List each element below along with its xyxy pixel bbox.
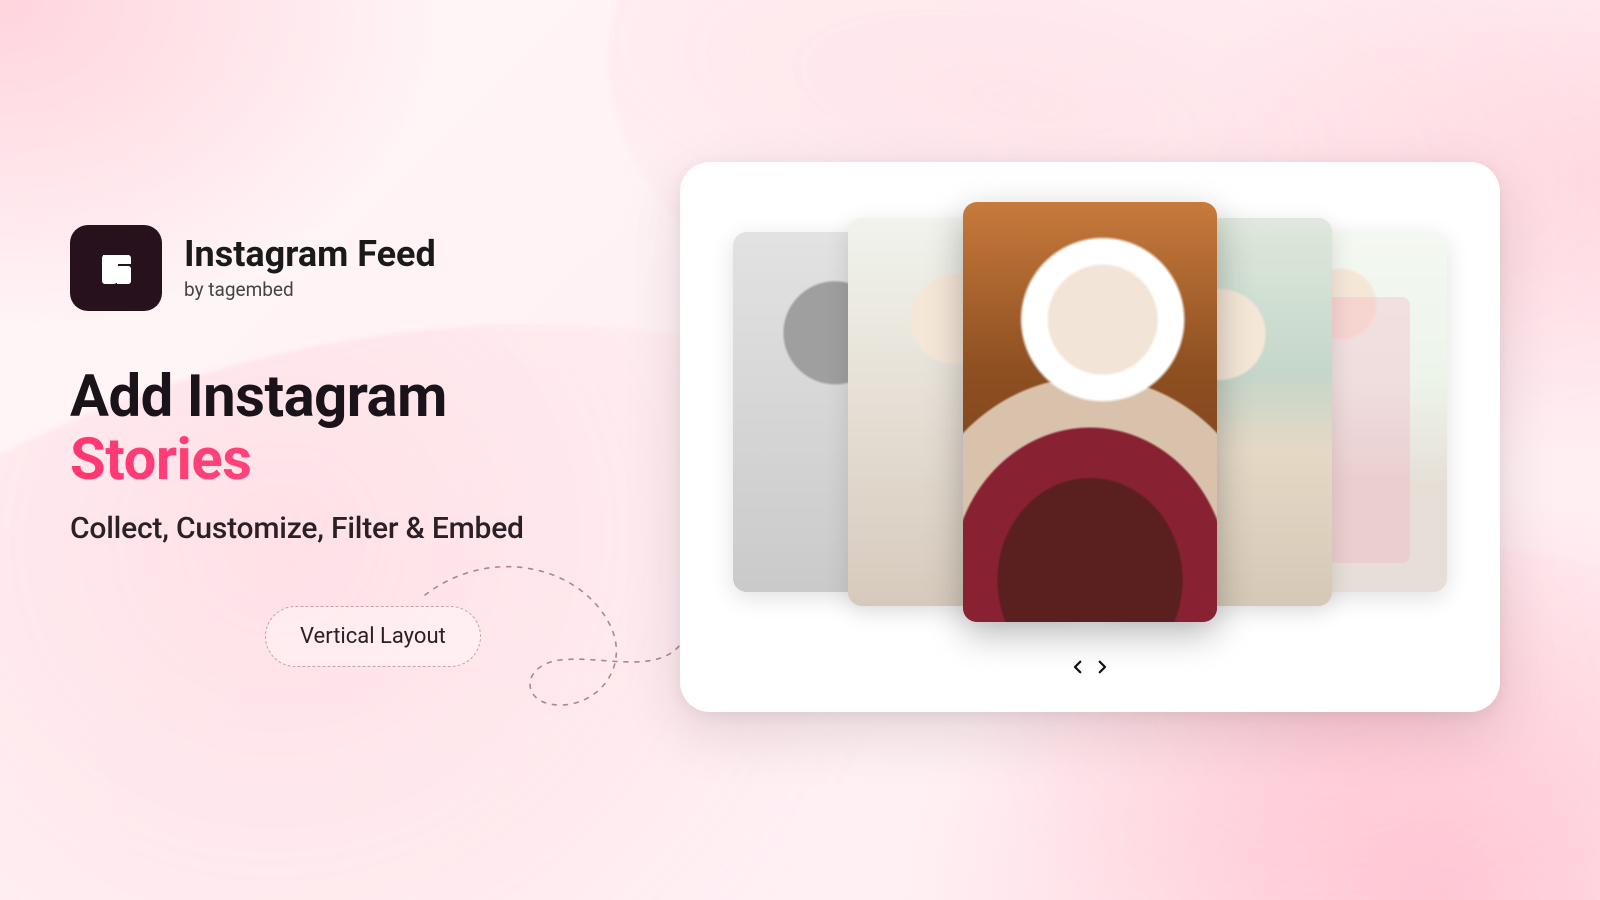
- brand-row: Instagram Feed by tagembed: [70, 225, 630, 311]
- headline-accent: Stories: [70, 429, 630, 492]
- tagembed-logo-icon: [70, 225, 162, 311]
- brand-text: Instagram Feed by tagembed: [184, 235, 436, 302]
- brand-title: Instagram Feed: [184, 235, 436, 275]
- story-card-center[interactable]: [963, 202, 1217, 622]
- headline: Add Instagram Stories: [70, 366, 630, 491]
- carousel-nav: [680, 658, 1500, 676]
- chevron-left-icon[interactable]: [1069, 658, 1087, 676]
- headline-line1: Add Instagram: [70, 363, 447, 431]
- stories-carousel: [680, 197, 1500, 627]
- subheadline: Collect, Customize, Filter & Embed: [70, 511, 630, 546]
- left-column: Instagram Feed by tagembed Add Instagram…: [70, 225, 630, 667]
- stories-preview-card: [680, 162, 1500, 712]
- brand-byline: by tagembed: [184, 278, 436, 301]
- promo-canvas: Instagram Feed by tagembed Add Instagram…: [0, 0, 1600, 900]
- layout-pill-wrap: Vertical Layout: [70, 606, 630, 667]
- chevron-right-icon[interactable]: [1093, 658, 1111, 676]
- layout-pill: Vertical Layout: [265, 606, 481, 667]
